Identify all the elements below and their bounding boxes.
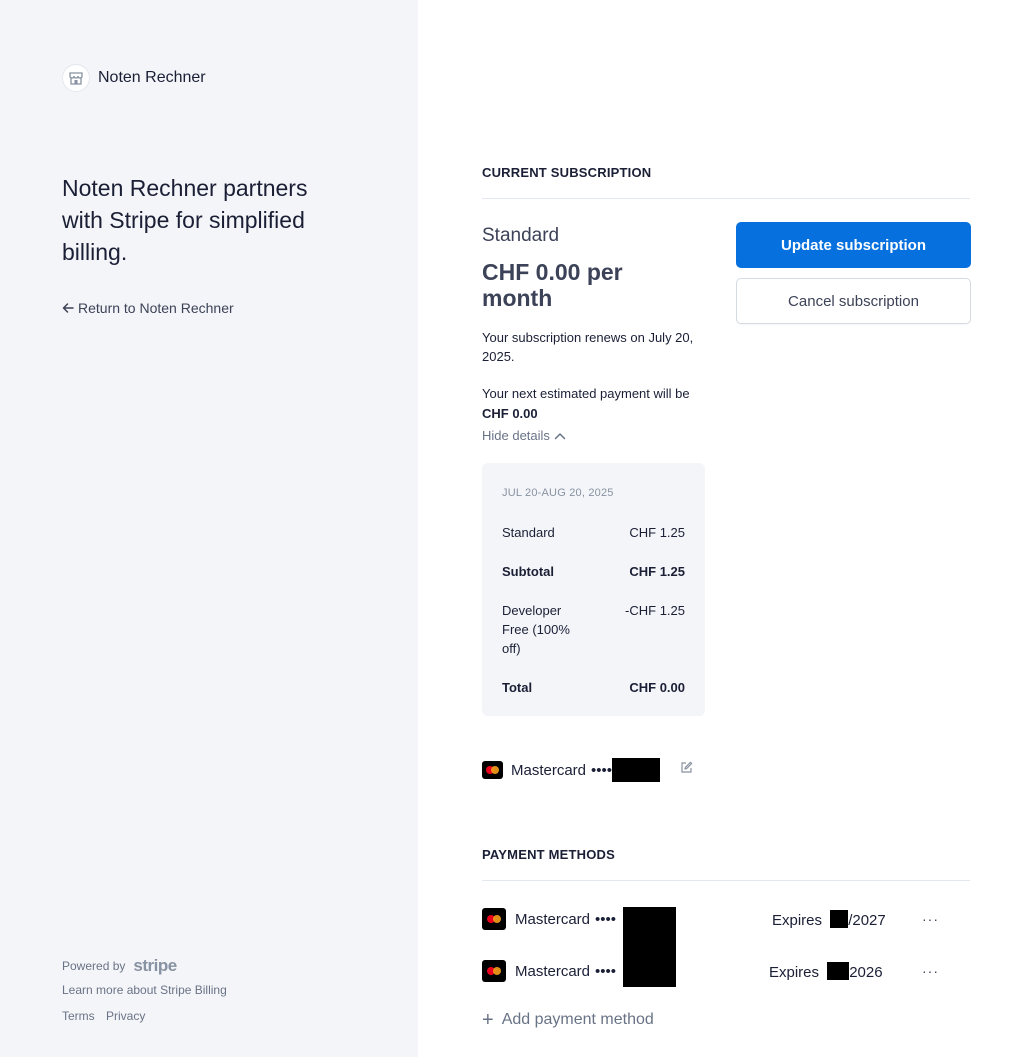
add-payment-method-label: Add payment method bbox=[501, 1011, 654, 1028]
renewal-text: Your subscription renews on July 20, 202… bbox=[482, 330, 694, 364]
redacted-block bbox=[612, 758, 661, 782]
card-brand: Mastercard bbox=[515, 962, 591, 980]
more-icon[interactable]: ··· bbox=[922, 963, 939, 979]
terms-link[interactable]: Terms bbox=[62, 1009, 95, 1023]
current-subscription-title: CURRENT SUBSCRIPTION bbox=[482, 165, 652, 180]
cancel-subscription-button[interactable]: Cancel subscription bbox=[736, 278, 971, 324]
total-row: Total CHF 0.00 bbox=[502, 678, 685, 697]
powered-by[interactable]: Powered by stripe bbox=[62, 956, 177, 976]
redacted-block bbox=[827, 961, 850, 980]
plan-price: CHF 0.00 per month bbox=[482, 259, 623, 311]
line-item-amount: CHF 1.25 bbox=[629, 525, 685, 540]
footer-links: Terms Privacy bbox=[62, 1009, 153, 1023]
subtotal-row: Subtotal CHF 1.25 bbox=[502, 562, 685, 581]
card-masked: •••• bbox=[595, 962, 617, 980]
return-link[interactable]: Return to Noten Rechner bbox=[62, 300, 234, 316]
stripe-logo: stripe bbox=[133, 956, 177, 975]
more-icon[interactable]: ··· bbox=[922, 911, 939, 927]
card-brand: Mastercard bbox=[515, 910, 591, 928]
divider bbox=[482, 198, 970, 199]
subtotal-label: Subtotal bbox=[502, 564, 554, 579]
plan-name: Standard bbox=[482, 225, 560, 246]
add-payment-method-button[interactable]: + Add payment method bbox=[482, 1009, 654, 1031]
payment-method-row: Mastercard •••• Expires 2026 ··· bbox=[482, 959, 970, 983]
divider bbox=[482, 880, 970, 881]
subscription-payment-card: Mastercard •••• bbox=[482, 758, 661, 782]
hide-details-label: Hide details bbox=[482, 428, 550, 443]
learn-more-link[interactable]: Learn more about Stripe Billing bbox=[62, 983, 227, 997]
brand[interactable]: Noten Rechner bbox=[62, 64, 206, 92]
card-masked: •••• bbox=[591, 761, 613, 779]
expires-label: Expires bbox=[772, 911, 823, 929]
card-expiry: Expires /2027 bbox=[772, 909, 886, 929]
mastercard-icon bbox=[482, 761, 503, 779]
redacted-block bbox=[830, 909, 849, 928]
payment-method-row: Mastercard •••• Expires /2027 ··· bbox=[482, 907, 970, 931]
card-expiry: Expires 2026 bbox=[769, 961, 883, 981]
card-brand: Mastercard bbox=[511, 761, 587, 779]
next-payment-prefix: Your next estimated payment will be bbox=[482, 386, 690, 401]
hide-details-toggle[interactable]: Hide details bbox=[482, 428, 566, 443]
card-masked: •••• bbox=[595, 910, 617, 928]
discount-label: Developer Free (100% off) bbox=[502, 603, 570, 656]
return-link-label: Return to Noten Rechner bbox=[78, 300, 234, 316]
store-icon bbox=[62, 64, 90, 92]
main-panel: CURRENT SUBSCRIPTION Standard CHF 0.00 p… bbox=[418, 0, 1033, 1057]
edit-icon[interactable] bbox=[680, 761, 693, 779]
discount-amount: -CHF 1.25 bbox=[625, 603, 685, 618]
total-amount: CHF 0.00 bbox=[629, 680, 685, 695]
sidebar: Noten Rechner Noten Rechner partners wit… bbox=[0, 0, 418, 1057]
expires-label: Expires bbox=[769, 963, 820, 981]
expires-year: /2027 bbox=[848, 911, 886, 929]
discount-row: Developer Free (100% off) -CHF 1.25 bbox=[502, 601, 685, 658]
tagline: Noten Rechner partners with Stripe for s… bbox=[62, 175, 308, 265]
next-payment-text: Your next estimated payment will be CHF … bbox=[482, 384, 697, 424]
update-subscription-button[interactable]: Update subscription bbox=[736, 222, 971, 268]
billing-period: JUL 20-AUG 20, 2025 bbox=[502, 487, 614, 499]
mastercard-icon bbox=[482, 960, 506, 982]
mastercard-icon bbox=[482, 908, 506, 930]
subtotal-amount: CHF 1.25 bbox=[629, 564, 685, 579]
next-payment-amount: CHF 0.00 bbox=[482, 406, 538, 421]
line-item: Standard CHF 1.25 bbox=[502, 523, 685, 542]
expires-year: 2026 bbox=[849, 963, 883, 981]
arrow-left-icon bbox=[62, 303, 74, 313]
invoice-details: JUL 20-AUG 20, 2025 Standard CHF 1.25 Su… bbox=[482, 463, 705, 716]
plus-icon: + bbox=[482, 1009, 494, 1031]
payment-methods-title: PAYMENT METHODS bbox=[482, 847, 616, 862]
line-item-label: Standard bbox=[502, 525, 555, 540]
privacy-link[interactable]: Privacy bbox=[106, 1009, 145, 1023]
brand-name: Noten Rechner bbox=[98, 69, 206, 86]
chevron-up-icon bbox=[554, 432, 566, 439]
total-label: Total bbox=[502, 680, 533, 695]
powered-by-label: Powered by bbox=[62, 959, 126, 973]
